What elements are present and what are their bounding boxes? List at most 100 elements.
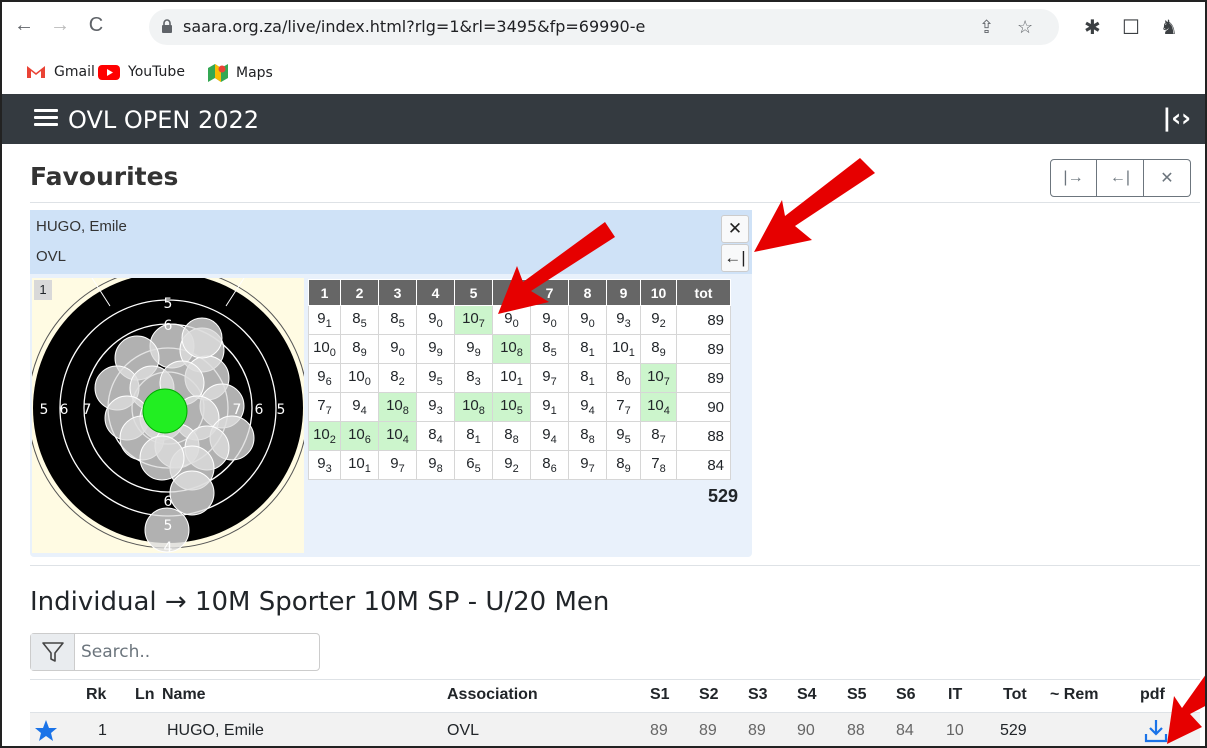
shot-decimal: 0 — [329, 347, 336, 359]
hamburger-menu-icon[interactable] — [34, 109, 58, 127]
shot-score: 10 — [462, 397, 479, 414]
shot-cell: 80 — [606, 363, 641, 393]
side-panel-icon[interactable]: ☐ — [1122, 15, 1140, 40]
series-number: 1 — [34, 280, 52, 300]
divider — [30, 202, 1200, 203]
grand-total: 529 — [708, 486, 739, 506]
shot-cell: 101 — [606, 334, 641, 364]
shot-cell: 98 — [416, 450, 455, 480]
shot-cell: 106 — [340, 421, 379, 451]
score-row: 91 85 85 90 107 90 90 90 93 92 89 — [308, 305, 731, 335]
col-s1[interactable]: S1 — [650, 686, 670, 704]
shot-score: 10 — [500, 397, 517, 414]
card-header: HUGO, Emile OVL ✕ ←| — [30, 210, 752, 274]
shot-decimal: 5 — [398, 318, 405, 330]
shot-decimal: 4 — [550, 434, 557, 446]
shot-cell: 108 — [378, 392, 417, 422]
forward-arrow-icon[interactable]: → — [48, 14, 72, 37]
remove-favourite-button[interactable]: ✕ — [721, 215, 749, 243]
shot-decimal: 0 — [624, 376, 631, 388]
col-rank[interactable]: Rk — [86, 686, 106, 704]
shot-cell: 100 — [308, 334, 341, 364]
share-icon[interactable]: ⇪ — [979, 17, 994, 38]
series-total: 89 — [676, 305, 731, 335]
shot-score: 9 — [651, 310, 660, 327]
col-s2[interactable]: S2 — [699, 686, 719, 704]
expand-collapse-icon[interactable]: |‹› — [1162, 104, 1191, 132]
shot-score: 8 — [651, 426, 660, 443]
col-association[interactable]: Association — [447, 686, 538, 704]
table-row[interactable]: 1 HUGO, Emile OVL 89 89 89 90 88 84 10 5… — [30, 712, 1200, 746]
col-s5[interactable]: S5 — [847, 686, 867, 704]
col-name[interactable]: Name — [162, 686, 206, 704]
address-bar[interactable]: saara.org.za/live/index.html?rlg=1&rl=34… — [149, 9, 1059, 45]
bookmark-gmail[interactable]: Gmail — [26, 64, 95, 80]
shot-score: 8 — [428, 426, 437, 443]
ring-number: 6 — [255, 402, 264, 418]
shot-decimal: 9 — [474, 347, 481, 359]
back-arrow-icon[interactable]: ← — [12, 14, 36, 37]
shot-cell: 93 — [416, 392, 455, 422]
shot-decimal: 4 — [436, 434, 443, 446]
filter-button[interactable] — [31, 634, 75, 670]
col-total[interactable]: Tot — [1003, 686, 1027, 704]
bookmark-youtube[interactable]: YouTube — [98, 64, 185, 80]
move-right-button[interactable]: |→ — [1050, 159, 1097, 197]
reload-icon[interactable]: C — [84, 14, 108, 37]
shot-decimal: 7 — [659, 434, 666, 446]
shot-score: 10 — [386, 426, 403, 443]
header-cell: 5 — [454, 279, 493, 306]
move-left-button[interactable]: ←| — [1097, 159, 1144, 197]
col-pdf[interactable]: pdf — [1140, 686, 1165, 704]
shot-score: 9 — [466, 339, 475, 356]
extensions-icon[interactable]: ✱ — [1084, 15, 1101, 40]
col-it[interactable]: IT — [948, 686, 962, 704]
col-remaining[interactable]: ~ Rem — [1050, 686, 1098, 704]
shot-cell: 107 — [640, 363, 677, 393]
shot-decimal: 4 — [663, 405, 670, 417]
shot-decimal: 5 — [550, 347, 557, 359]
shot-score: 9 — [428, 397, 437, 414]
shot-cell: 81 — [568, 334, 607, 364]
score-body: 91 85 85 90 107 90 90 90 93 92 89 100 89 90 99 99 108 85 8… — [308, 305, 731, 480]
col-s4[interactable]: S4 — [797, 686, 817, 704]
shot-decimal: 5 — [436, 376, 443, 388]
collapse-favourite-button[interactable]: ←| — [721, 244, 749, 272]
download-pdf-icon[interactable] — [1143, 718, 1169, 744]
bookmark-star-icon[interactable]: ☆ — [1017, 17, 1033, 38]
col-s3[interactable]: S3 — [748, 686, 768, 704]
score-header-row: 1 2 3 4 5 6 7 8 9 10 tot — [308, 279, 731, 306]
series-total: 88 — [676, 421, 731, 451]
shot-cell: 94 — [340, 392, 379, 422]
shot-cell: 89 — [340, 334, 379, 364]
ring-number: 6 — [164, 494, 173, 510]
shot-cell: 82 — [378, 363, 417, 393]
shot-decimal: 5 — [360, 318, 367, 330]
shot-decimal: 8 — [436, 463, 443, 475]
search-input[interactable] — [81, 634, 317, 670]
header-cell: tot — [676, 279, 731, 306]
athlete-name: HUGO, Emile — [36, 218, 127, 235]
header-cell: 2 — [340, 279, 379, 306]
favourite-star-icon[interactable] — [34, 719, 58, 743]
shot-score: 10 — [348, 368, 365, 385]
profile-icon[interactable]: ♞ — [1160, 15, 1178, 40]
shot-score: 10 — [313, 426, 330, 443]
col-lane[interactable]: Ln — [135, 686, 155, 704]
shot-cell: 85 — [378, 305, 417, 335]
shot-cell: 81 — [568, 363, 607, 393]
shot-score: 7 — [651, 455, 660, 472]
clear-favourites-button[interactable]: ✕ — [1144, 159, 1191, 197]
series-total: 89 — [676, 363, 731, 393]
favourites-title: Favourites — [30, 162, 179, 191]
shot-score: 9 — [390, 339, 399, 356]
shot-decimal: 1 — [588, 376, 595, 388]
shot-decimal: 8 — [516, 347, 523, 359]
col-s6[interactable]: S6 — [896, 686, 916, 704]
shot-cell: 108 — [454, 392, 493, 422]
bookmark-maps[interactable]: Maps — [208, 64, 273, 82]
bookmark-label: Maps — [236, 65, 273, 81]
shot-cell: 92 — [640, 305, 677, 335]
shot-decimal: 3 — [624, 318, 631, 330]
shot-score: 8 — [580, 368, 589, 385]
